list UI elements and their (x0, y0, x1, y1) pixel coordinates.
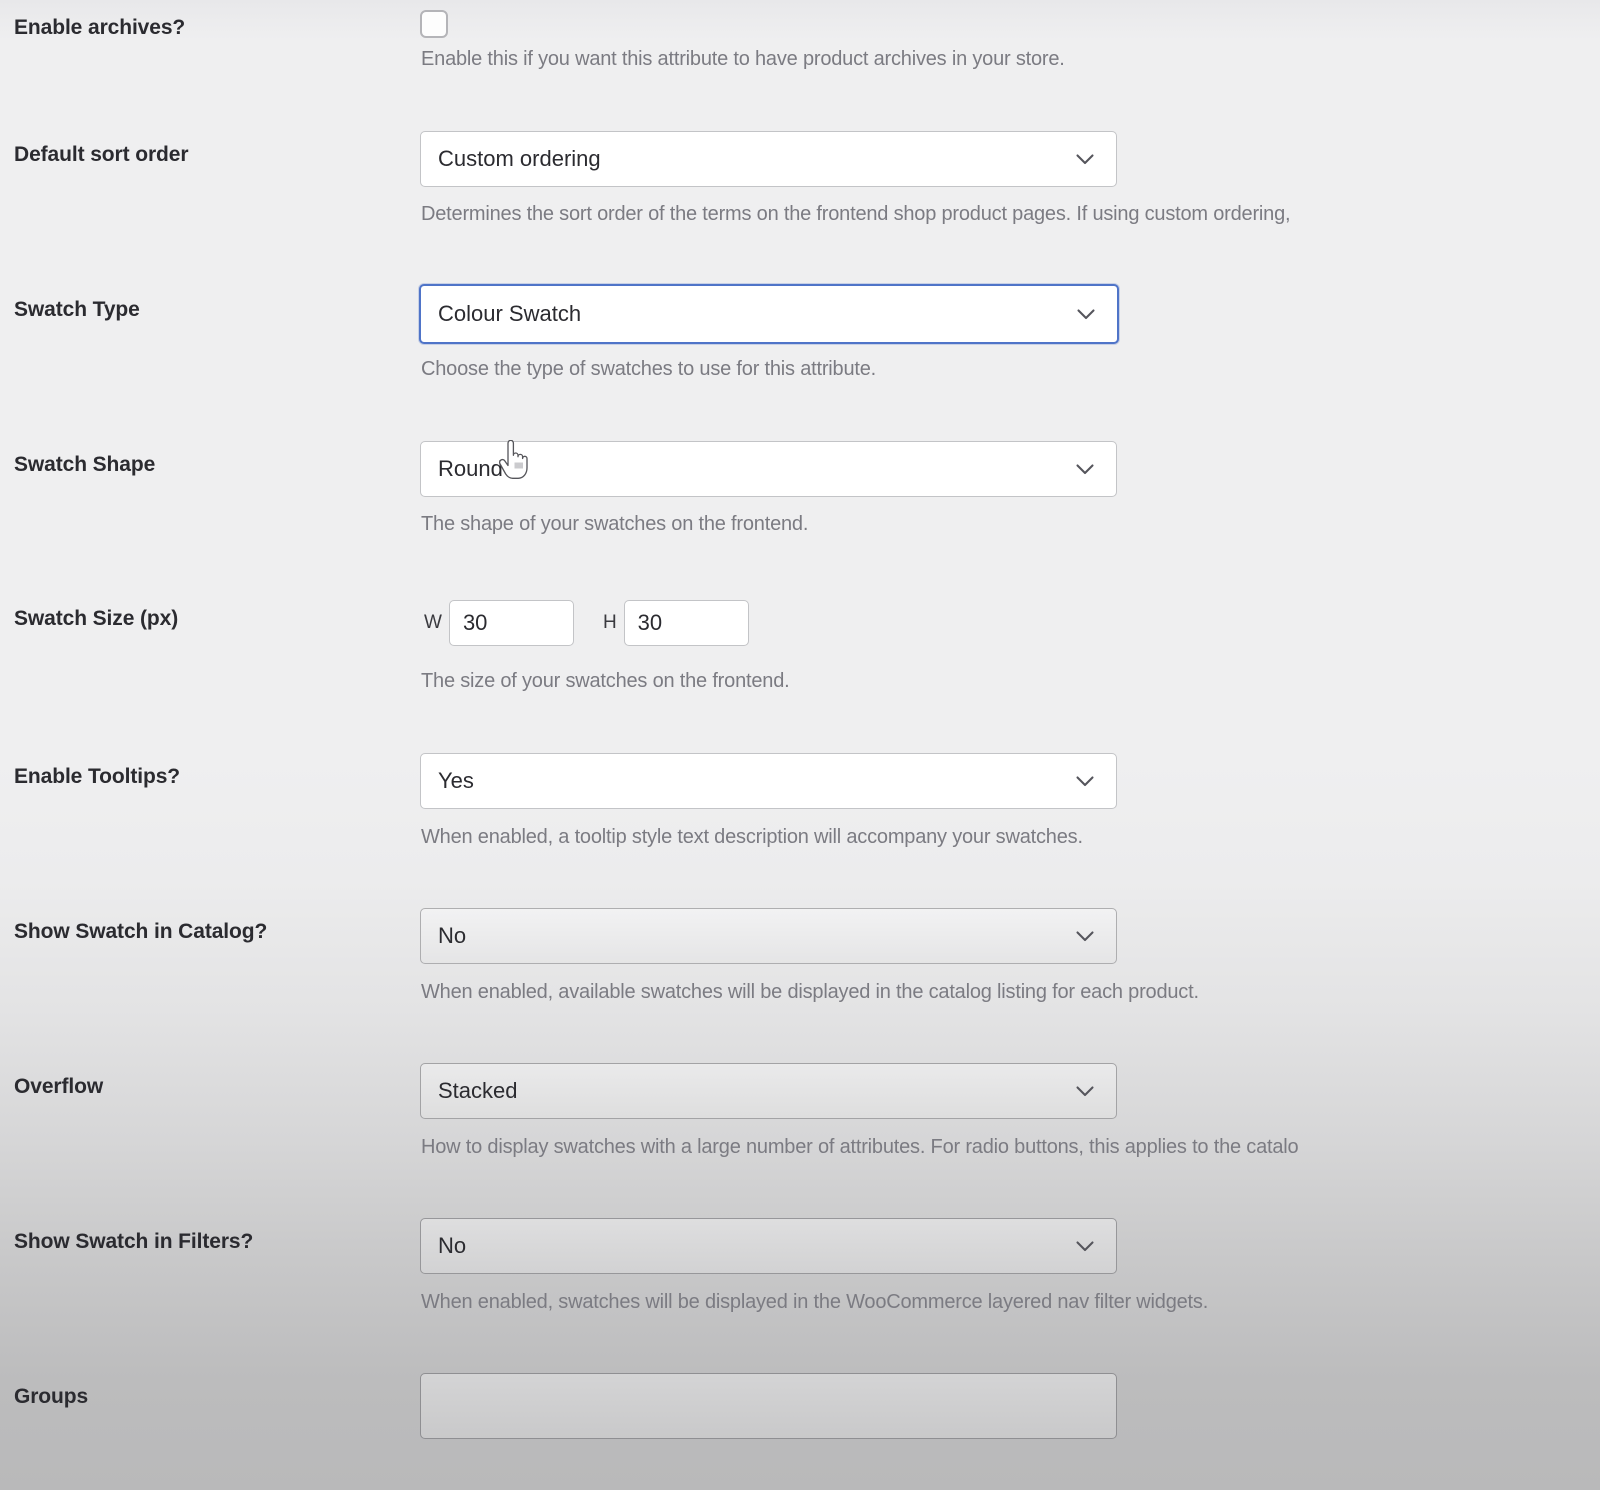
label-groups: Groups (14, 1385, 89, 1408)
select-show-swatch-in-filters[interactable]: No (420, 1218, 1117, 1274)
chevron-down-icon (1074, 1080, 1096, 1102)
select-value-swatch-type: Colour Swatch (438, 301, 582, 326)
control-default-sort-order: Custom ordering (420, 131, 1117, 187)
control-swatch-size: W 30 H 30 (424, 600, 749, 646)
input-swatch-width[interactable]: 30 (448, 600, 574, 646)
label-show-swatch-in-catalog: Show Swatch in Catalog? (14, 920, 268, 943)
description-enable-tooltips: When enabled, a tooltip style text descr… (421, 826, 1083, 848)
description-enable-archives: Enable this if you want this attribute t… (421, 48, 1065, 70)
label-swatch-shape: Swatch Shape (14, 453, 156, 476)
value-swatch-height: 30 (637, 610, 663, 635)
select-default-sort-order[interactable]: Custom ordering (420, 131, 1117, 187)
chevron-down-icon (1074, 148, 1096, 170)
label-enable-archives: Enable archives? (14, 16, 186, 39)
control-enable-archives (420, 10, 448, 38)
control-show-swatch-in-catalog: No (420, 908, 1117, 964)
select-value-enable-tooltips: Yes (438, 768, 474, 793)
select-enable-tooltips[interactable]: Yes (420, 753, 1117, 809)
attribute-swatch-settings-form: Enable archives? Enable this if you want… (0, 0, 1600, 1490)
control-groups (420, 1373, 1117, 1439)
description-show-swatch-in-catalog: When enabled, available swatches will be… (421, 981, 1199, 1003)
select-swatch-type[interactable]: Colour Swatch (419, 284, 1119, 344)
description-show-swatch-in-filters: When enabled, swatches will be displayed… (421, 1291, 1209, 1313)
control-swatch-shape: Round (420, 441, 1117, 497)
select-overflow[interactable]: Stacked (420, 1063, 1117, 1119)
control-overflow: Stacked (420, 1063, 1117, 1119)
chevron-down-icon (1074, 458, 1096, 480)
select-value-show-swatch-in-filters: No (438, 1233, 467, 1258)
input-swatch-height[interactable]: 30 (623, 600, 749, 646)
input-groups[interactable] (420, 1373, 1117, 1439)
label-enable-tooltips: Enable Tooltips? (14, 765, 181, 788)
label-swatch-size: Swatch Size (px) (14, 607, 179, 630)
label-show-swatch-in-filters: Show Swatch in Filters? (14, 1230, 254, 1253)
description-swatch-size: The size of your swatches on the fronten… (421, 670, 790, 692)
label-width-prefix: W (424, 612, 442, 633)
chevron-down-icon (1074, 770, 1096, 792)
select-value-show-swatch-in-catalog: No (438, 923, 467, 948)
label-default-sort-order: Default sort order (14, 143, 189, 166)
chevron-down-icon (1075, 303, 1097, 325)
select-value-overflow: Stacked (438, 1078, 518, 1103)
chevron-down-icon (1074, 925, 1096, 947)
checkbox-unchecked-icon[interactable] (420, 10, 448, 38)
value-swatch-width: 30 (462, 610, 488, 635)
chevron-down-icon (1074, 1235, 1096, 1257)
label-height-prefix: H (602, 612, 617, 633)
description-swatch-shape: The shape of your swatches on the fronte… (421, 513, 809, 535)
select-swatch-shape[interactable]: Round (420, 441, 1117, 497)
swatch-size-inputs: W 30 H 30 (424, 600, 749, 646)
control-swatch-type: Colour Swatch (419, 284, 1119, 344)
description-default-sort-order: Determines the sort order of the terms o… (421, 203, 1291, 225)
select-value-swatch-shape: Round (438, 456, 503, 481)
description-swatch-type: Choose the type of swatches to use for t… (421, 358, 877, 380)
control-show-swatch-in-filters: No (420, 1218, 1117, 1274)
select-value-default-sort-order: Custom ordering (438, 146, 601, 171)
select-show-swatch-in-catalog[interactable]: No (420, 908, 1117, 964)
description-overflow: How to display swatches with a large num… (421, 1136, 1299, 1158)
control-enable-tooltips: Yes (420, 753, 1117, 809)
label-overflow: Overflow (14, 1075, 104, 1098)
label-swatch-type: Swatch Type (14, 298, 140, 321)
